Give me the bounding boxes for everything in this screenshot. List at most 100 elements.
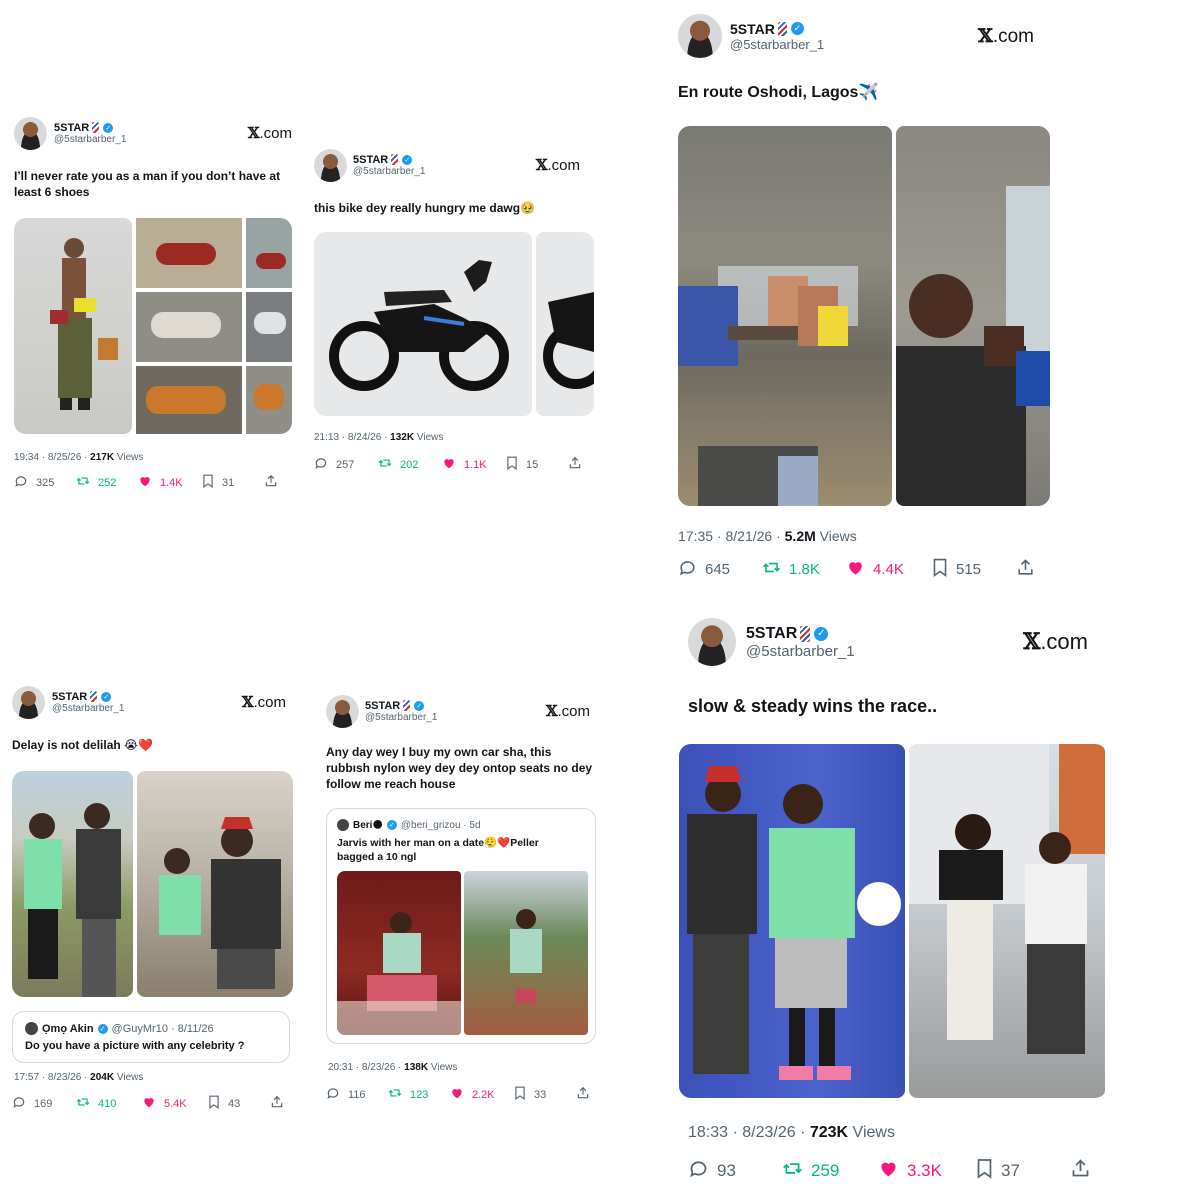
handle[interactable]: @5starbarber_1 xyxy=(52,703,124,714)
quote-media[interactable] xyxy=(337,871,593,1035)
tweet-media[interactable] xyxy=(314,232,594,416)
reply-icon xyxy=(688,1158,709,1184)
media-photo[interactable] xyxy=(14,218,132,434)
media-photo[interactable] xyxy=(137,771,293,997)
timestamp[interactable]: 17:35 · 8/21/26 · xyxy=(678,528,785,544)
quote-name[interactable]: Beri🌑 xyxy=(353,820,383,831)
reply-button[interactable]: 257 xyxy=(314,456,378,473)
bookmark-button[interactable]: 43 xyxy=(208,1095,270,1112)
display-name[interactable]: 5STAR xyxy=(730,21,775,37)
shoe-photo[interactable] xyxy=(136,218,242,288)
retweet-button[interactable]: 259 xyxy=(782,1158,878,1184)
avatar[interactable] xyxy=(326,694,359,728)
shoe-photo[interactable] xyxy=(136,366,242,434)
tweet-card: 5STAR ✓ @5starbarber_1 𝕏.com Delay is no… xyxy=(12,685,294,1115)
like-button[interactable]: 1.1K xyxy=(442,456,506,473)
media-photo[interactable] xyxy=(314,232,532,416)
handle[interactable]: @5starbarber_1 xyxy=(365,712,437,723)
bookmark-button[interactable]: 31 xyxy=(202,474,264,491)
avatar[interactable] xyxy=(337,819,349,831)
timestamp[interactable]: 19:34 · 8/25/26 · xyxy=(14,452,90,463)
avatar[interactable] xyxy=(12,685,45,719)
retweet-button[interactable]: 410 xyxy=(76,1095,142,1112)
handle[interactable]: @5starbarber_1 xyxy=(746,643,855,660)
retweet-button[interactable]: 123 xyxy=(388,1086,450,1103)
share-button[interactable] xyxy=(270,1095,284,1112)
reply-button[interactable]: 325 xyxy=(14,474,76,491)
tweet-media[interactable] xyxy=(14,218,292,434)
media-photo[interactable] xyxy=(896,126,1050,506)
quoted-tweet[interactable]: Beri🌑 ✓ @beri_grizou · 5d Jarvis with he… xyxy=(326,808,596,1044)
avatar[interactable] xyxy=(14,116,47,150)
bookmark-button[interactable]: 515 xyxy=(932,558,1016,581)
media-photo[interactable] xyxy=(337,871,461,1035)
reply-button[interactable]: 169 xyxy=(12,1095,76,1112)
tweet-text: I’ll never rate you as a man if you don’… xyxy=(14,169,284,200)
verified-icon: ✓ xyxy=(101,691,112,702)
media-photo[interactable] xyxy=(909,744,1105,1098)
handle[interactable]: @5starbarber_1 xyxy=(353,166,425,177)
timestamp[interactable]: 17:57 · 8/23/26 · xyxy=(14,1072,90,1083)
reply-button[interactable]: 116 xyxy=(326,1086,388,1103)
media-photo[interactable] xyxy=(679,744,905,1098)
reply-button[interactable]: 93 xyxy=(688,1158,782,1184)
like-button[interactable]: 2.2K xyxy=(450,1086,514,1103)
quote-name[interactable]: Ọmọ Akin xyxy=(42,1023,94,1035)
like-button[interactable]: 5.4K xyxy=(142,1095,208,1112)
media-photo-grid[interactable] xyxy=(136,218,292,434)
quote-handle[interactable]: @beri_grizou · 5d xyxy=(401,820,481,831)
handle[interactable]: @5starbarber_1 xyxy=(54,134,126,145)
like-button[interactable]: 4.4K xyxy=(846,558,932,581)
share-icon xyxy=(264,474,278,491)
tweet-media[interactable] xyxy=(12,771,293,997)
timestamp[interactable]: 21:13 · 8/24/26 · xyxy=(314,432,390,443)
like-button[interactable]: 3.3K xyxy=(878,1158,976,1184)
bookmark-icon xyxy=(202,474,214,491)
display-name[interactable]: 5STAR xyxy=(746,625,797,643)
quoted-tweet[interactable]: Ọmọ Akin ✓ @GuyMr10 · 8/11/26 Do you hav… xyxy=(12,1011,290,1063)
barber-pole-icon xyxy=(90,691,98,702)
media-photo[interactable] xyxy=(536,232,594,416)
bookmark-button[interactable]: 33 xyxy=(514,1086,576,1103)
shoe-photo[interactable] xyxy=(246,292,292,362)
share-button[interactable] xyxy=(576,1086,590,1103)
media-photo[interactable] xyxy=(12,771,133,997)
verified-icon: ✓ xyxy=(386,820,397,830)
share-button[interactable] xyxy=(264,474,278,491)
bookmark-button[interactable]: 37 xyxy=(976,1158,1070,1184)
quote-handle[interactable]: @GuyMr10 · 8/11/26 xyxy=(112,1023,214,1035)
shoe-photo[interactable] xyxy=(246,218,292,288)
media-photo[interactable] xyxy=(464,871,588,1035)
tweet-media[interactable] xyxy=(678,126,1050,506)
avatar[interactable] xyxy=(314,148,347,182)
reply-icon xyxy=(678,558,697,581)
share-icon xyxy=(568,456,582,473)
display-name[interactable]: 5STAR xyxy=(52,691,87,703)
media-photo[interactable] xyxy=(678,126,892,506)
timestamp[interactable]: 18:33 · 8/23/26 · xyxy=(688,1124,810,1141)
avatar[interactable] xyxy=(678,14,722,58)
shoe-photo[interactable] xyxy=(136,292,242,362)
display-name[interactable]: 5STAR xyxy=(54,122,89,134)
handle[interactable]: @5starbarber_1 xyxy=(730,37,824,52)
tweet-media[interactable] xyxy=(679,744,1107,1098)
reply-button[interactable]: 645 xyxy=(678,558,762,581)
share-button[interactable] xyxy=(1070,1158,1091,1184)
share-button[interactable] xyxy=(1016,558,1035,581)
retweet-button[interactable]: 202 xyxy=(378,456,442,473)
like-button[interactable]: 1.4K xyxy=(138,474,202,491)
timestamp[interactable]: 20:31 · 8/23/26 · xyxy=(328,1062,404,1073)
bookmark-button[interactable]: 15 xyxy=(506,456,568,473)
avatar[interactable] xyxy=(688,618,736,666)
share-button[interactable] xyxy=(568,456,582,473)
retweet-icon xyxy=(76,1095,90,1112)
shoe-photo[interactable] xyxy=(246,366,292,434)
avatar[interactable] xyxy=(25,1022,38,1035)
display-name[interactable]: 5STAR xyxy=(365,700,400,712)
display-name[interactable]: 5STAR xyxy=(353,154,388,166)
retweet-button[interactable]: 1.8K xyxy=(762,558,846,581)
share-icon xyxy=(1016,558,1035,581)
retweet-button[interactable]: 252 xyxy=(76,474,138,491)
barber-pole-icon xyxy=(777,21,787,36)
quote-text: Jarvis with her man on a date😮‍💨❤️Peller… xyxy=(337,837,539,863)
